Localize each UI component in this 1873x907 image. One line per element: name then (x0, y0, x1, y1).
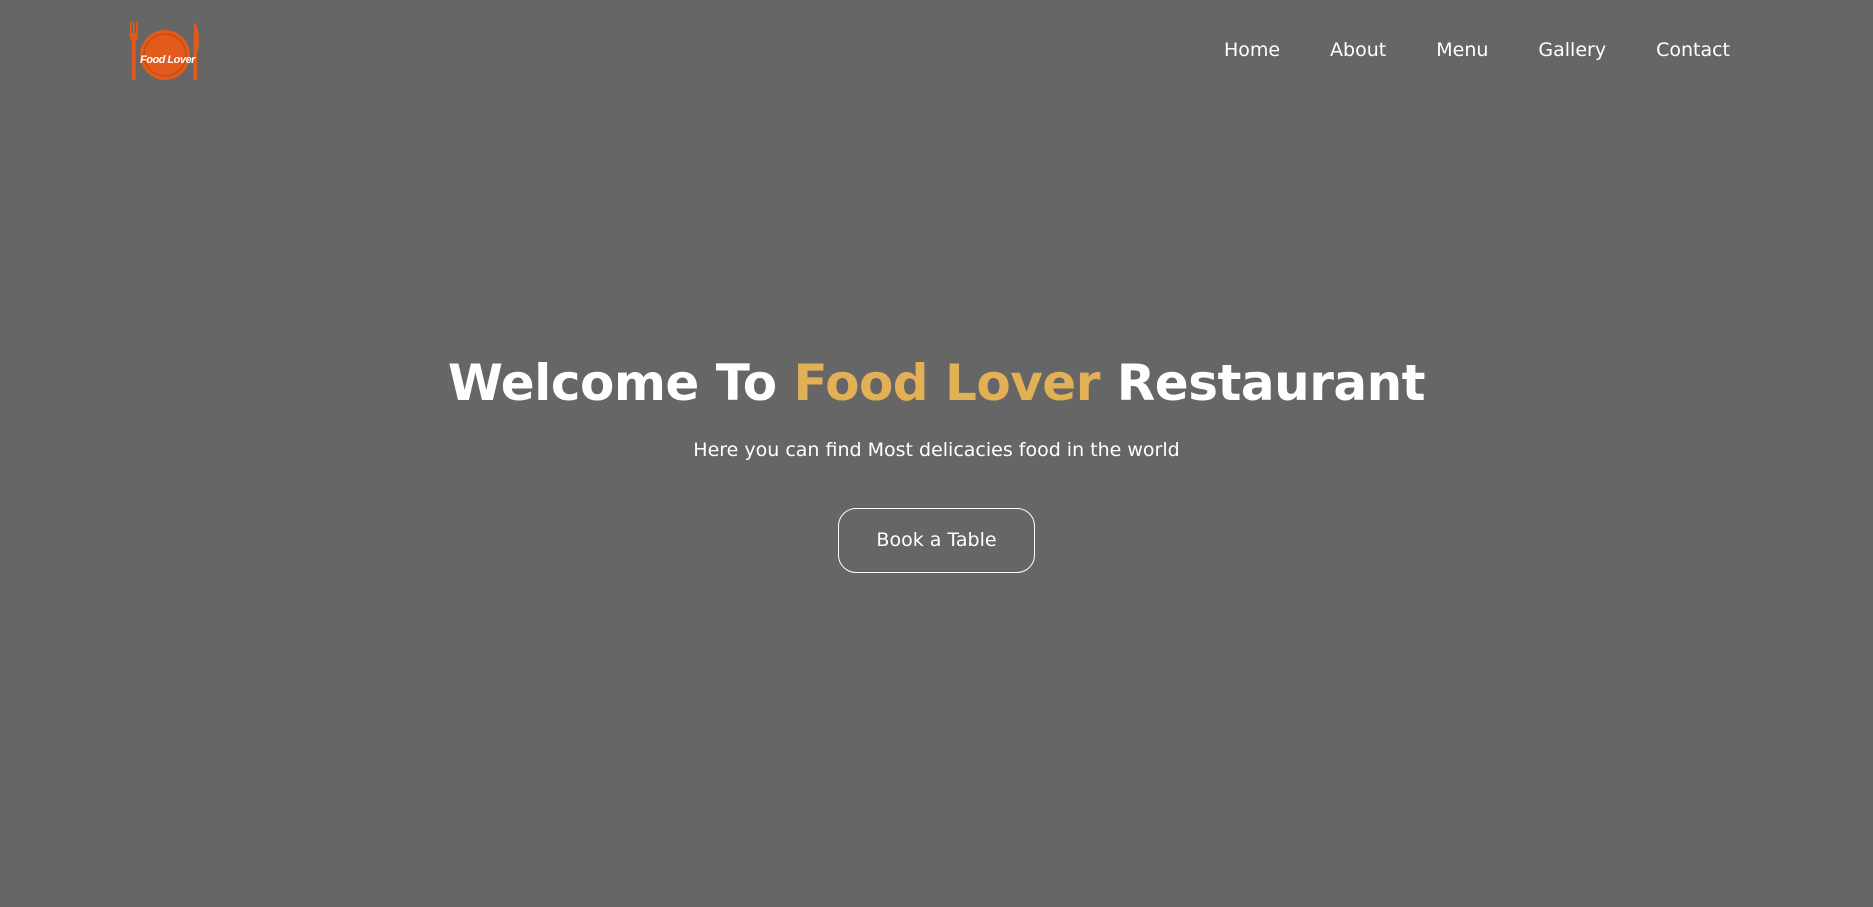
logo[interactable]: Food Lover (128, 20, 202, 82)
book-table-button[interactable]: Book a Table (838, 508, 1035, 573)
nav-item-home[interactable]: Home (1224, 37, 1280, 63)
nav-item-gallery[interactable]: Gallery (1538, 37, 1606, 63)
nav-item-about[interactable]: About (1330, 37, 1386, 63)
hero-title-accent: Food Lover (793, 354, 1100, 412)
site-header: Food Lover Home About Menu Gallery Conta… (0, 0, 1873, 102)
hero-title: Welcome To Food Lover Restaurant (0, 350, 1873, 416)
hero-title-prefix: Welcome To (447, 354, 794, 412)
logo-text: Food Lover (140, 54, 195, 66)
nav-item-menu[interactable]: Menu (1436, 37, 1488, 63)
main-nav: Home About Menu Gallery Contact (1224, 37, 1730, 63)
plate-fork-knife-logo-icon (129, 22, 199, 80)
hero-section: Welcome To Food Lover Restaurant Here yo… (0, 350, 1873, 573)
hero-subtitle: Here you can find Most delicacies food i… (693, 439, 1180, 461)
hero-title-suffix: Restaurant (1099, 354, 1426, 412)
nav-item-contact[interactable]: Contact (1656, 37, 1730, 63)
